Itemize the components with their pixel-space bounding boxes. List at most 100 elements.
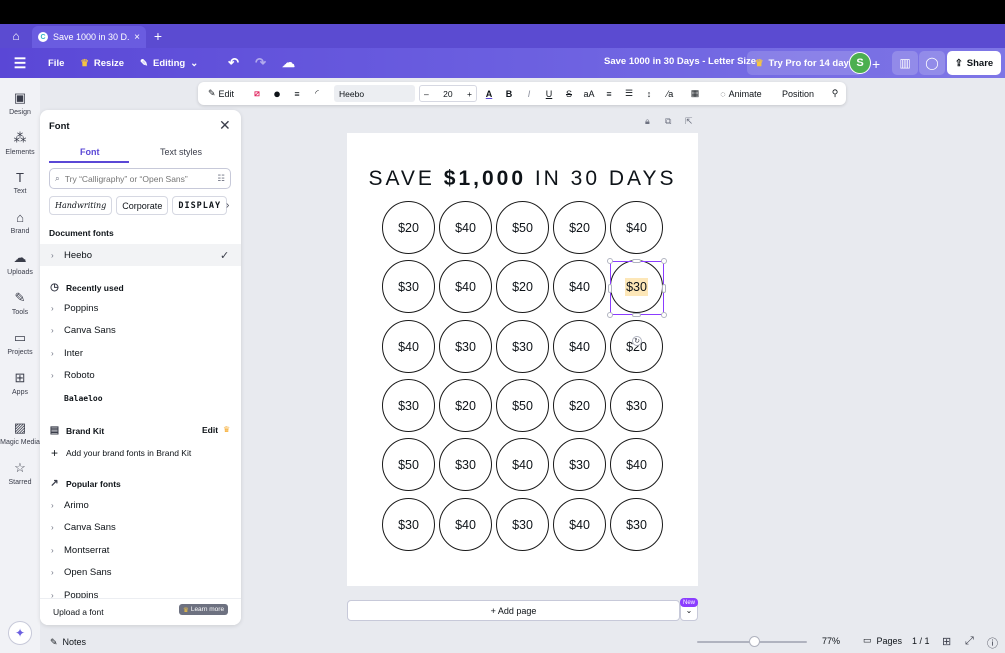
home-icon[interactable]: ⌂ [0,24,32,48]
savings-circle[interactable]: $40 [610,438,663,491]
new-tab-button[interactable]: + [146,28,170,44]
savings-circle[interactable]: $40 [439,260,492,313]
rail-item-uploads[interactable]: ☁ Uploads [0,250,40,276]
chevron-right-icon[interactable]: › [51,349,57,358]
rail-item-elements[interactable]: ⁂ Elements [0,130,40,156]
rail-item-design[interactable]: ▣ Design [0,90,40,116]
savings-circle[interactable]: $30 [382,260,435,313]
fullscreen-icon[interactable]: ⤢ [965,635,974,648]
chevron-right-icon[interactable]: › [51,501,57,510]
resize-handle[interactable] [662,284,666,293]
font-size-stepper[interactable]: – 20 + [419,85,477,102]
font-row-roboto[interactable]: › Roboto [40,364,241,386]
lock-icon[interactable]: 🔒︎ [645,116,650,127]
savings-circle[interactable]: $30 [439,438,492,491]
add-page-button[interactable]: + Add page [347,600,680,621]
resize-handle[interactable] [632,259,641,263]
rotate-handle-icon[interactable]: ↻ [632,336,642,346]
savings-circle[interactable]: $30 [382,379,435,432]
cloud-save-icon[interactable]: ☁ [274,50,303,76]
edit-button[interactable]: ✎ Edit [204,82,238,105]
savings-circle[interactable]: $50 [382,438,435,491]
duplicate-page-icon[interactable]: ⧉ [665,116,671,127]
chip-handwriting[interactable]: Handwriting [49,196,113,215]
rail-item-text[interactable]: T Text [0,170,40,195]
savings-circle[interactable]: $30 [382,498,435,551]
magic-assistant-sparkle-icon[interactable]: ✦ [8,621,32,645]
chevron-right-icon[interactable]: › [51,523,57,532]
savings-circle[interactable]: $40 [496,438,549,491]
bold-button[interactable]: B [502,82,516,105]
savings-circle[interactable]: $50 [496,379,549,432]
invite-plus-icon[interactable]: + [872,56,880,72]
savings-circle[interactable]: $40 [610,201,663,254]
rail-item-apps[interactable]: ⊞ Apps [0,370,40,396]
savings-circle[interactable]: $40 [553,260,606,313]
rail-item-tools[interactable]: ✎ Tools [0,290,40,316]
learn-more-button[interactable]: ♛ Learn more [179,604,229,615]
share-button[interactable]: ⇪ Share [947,51,1001,75]
search-input[interactable] [64,173,213,184]
chevron-right-icon[interactable]: › [51,326,57,335]
menu-icon[interactable]: ☰ [0,50,40,76]
help-icon[interactable]: ⓘ [987,635,998,651]
avatar[interactable]: S [849,52,871,74]
font-row-arimo[interactable]: › Arimo [40,494,241,516]
rail-item-starred[interactable]: ☆ Starred [0,460,40,486]
font-row-balaeloo[interactable]: Balaeloo [40,387,241,409]
transparency-icon[interactable]: ▦ [688,82,702,105]
savings-circle[interactable]: $30 [610,379,663,432]
undo-button[interactable]: ↶ [220,50,247,76]
zoom-level[interactable]: 77% [822,636,840,646]
close-icon[interactable]: ✕ [219,117,231,134]
font-row-canva-sans-popular[interactable]: › Canva Sans [40,516,241,538]
font-size-value[interactable]: 20 [443,89,452,99]
text-effects-icon[interactable]: ⁄a [662,82,678,105]
savings-circle[interactable]: $30 [496,498,549,551]
try-pro-button[interactable]: ♛ Try Pro for 14 days [747,51,863,75]
decrease-size-button[interactable]: – [424,89,429,99]
resize-button[interactable]: ♛ Resize [72,50,132,76]
rail-item-projects[interactable]: ▭ Projects [0,330,40,356]
list-icon[interactable]: ☰ [622,82,636,105]
close-tab-icon[interactable]: × [134,32,140,43]
resize-handle[interactable] [607,312,613,318]
chevron-right-icon[interactable]: › [51,546,57,555]
savings-circle[interactable]: $20 [610,320,663,373]
corner-rounding-icon[interactable]: ◜ [310,82,324,105]
chevron-right-icon[interactable]: › [51,371,57,380]
italic-button[interactable]: I [522,82,536,105]
savings-circle[interactable]: $20 [553,379,606,432]
savings-circle[interactable]: $20 [439,379,492,432]
font-row-poppins[interactable]: › Poppins [40,297,241,319]
chevron-right-icon[interactable]: › [226,200,229,211]
savings-circle[interactable]: $40 [553,320,606,373]
savings-circle[interactable]: $30 [553,438,606,491]
position-button[interactable]: Position [778,82,818,105]
font-row-heebo[interactable]: › Heebo ✓ [40,244,241,266]
font-family-select[interactable]: Heebo [334,85,415,102]
resize-handle[interactable] [661,312,667,318]
chevron-right-icon[interactable]: › [51,251,57,260]
chevron-right-icon[interactable]: › [51,304,57,313]
editing-mode-button[interactable]: ✎ Editing ⌄ [132,50,206,76]
resize-handle[interactable] [661,258,667,264]
resize-handle[interactable] [607,258,613,264]
notes-button[interactable]: ✎ Notes [50,637,86,648]
savings-circle[interactable]: $30 [439,320,492,373]
no-fill-color-icon[interactable]: ⧄ [250,82,264,105]
chip-display[interactable]: DISPLAY [172,196,228,215]
resize-handle[interactable] [608,284,612,293]
file-menu[interactable]: File [40,50,72,76]
animate-button[interactable]: ◌ Animate [716,82,766,105]
tab-font[interactable]: Font [80,147,100,157]
letter-case-button[interactable]: aA [581,82,597,105]
align-center-icon[interactable]: ≡ [602,82,616,105]
chip-corporate[interactable]: Corporate [116,196,169,215]
savings-circle[interactable]: $40 [553,498,606,551]
font-row-open-sans[interactable]: › Open Sans [40,561,241,583]
rail-item-brand[interactable]: ⌂ Brand [0,210,40,235]
page-title[interactable]: SAVE $1,000 IN 30 DAYS [347,167,698,191]
font-row-montserrat[interactable]: › Montserrat [40,539,241,561]
savings-circle[interactable]: $30 [496,320,549,373]
